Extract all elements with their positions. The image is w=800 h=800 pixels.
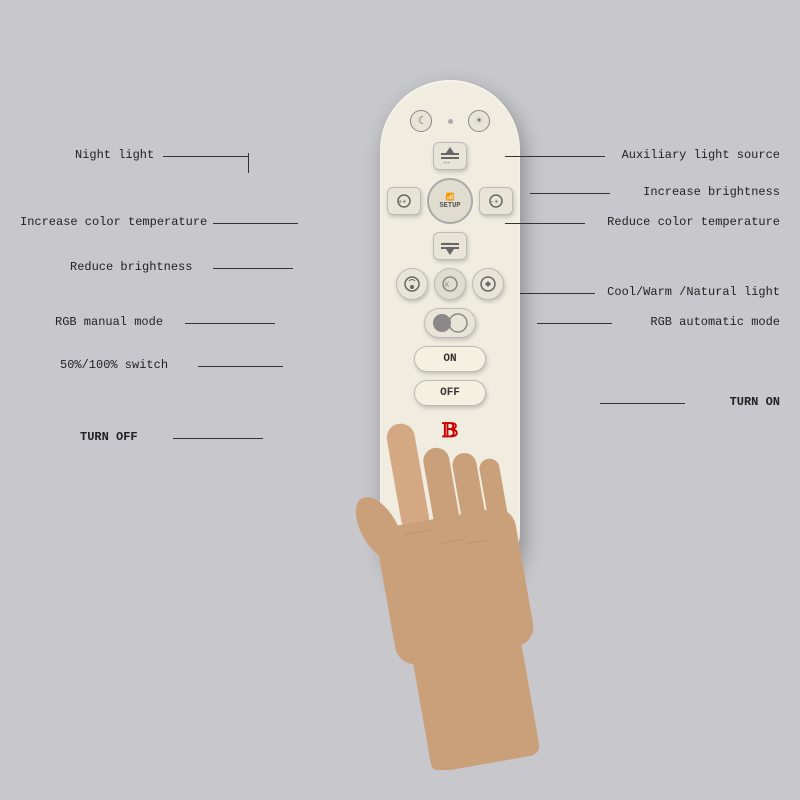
ir-sensor [448,119,453,124]
switch-row [424,308,476,338]
hand [304,390,564,770]
night-light-button[interactable]: ☾ [410,110,432,132]
turn-on-button[interactable]: ON [414,346,486,372]
rgb-row: K [396,268,504,300]
auxiliary-light-text: Auxiliary light source [622,148,780,162]
on-label: ON [443,353,456,365]
reduce-color-temp-text: Reduce color temperature [607,215,780,229]
reduce-color-temp-button[interactable]: -☀ [479,187,513,215]
brightness-increase-row: +++ [433,142,467,170]
turn-on-text: TURN ON [730,395,780,409]
cool-warm-text: Cool/Warm /Natural light [607,285,780,299]
brightness-reduce-row: --- [433,232,467,260]
svg-text:+++: +++ [443,162,451,165]
increase-brightness-text: Increase brightness [643,185,780,199]
svg-text:+☀: +☀ [398,199,407,207]
reduce-brightness-text: Reduce brightness [70,260,192,274]
rgb-manual-text: RGB manual mode [55,315,163,329]
rgb-manual-button[interactable] [396,268,428,300]
color-temp-row: +☀ 📶 SETUP -☀ [387,178,513,224]
reduce-brightness-button[interactable]: --- [433,232,467,260]
switch-50-100-text: 50%/100% switch [60,358,168,372]
on-row: ON [414,346,486,372]
rgb-auto-text: RGB automatic mode [650,315,780,329]
svg-text:---: --- [443,241,450,245]
switch-50-100-button[interactable] [424,308,476,338]
increase-color-temp-text: Increase color temperature [20,215,207,229]
svg-text:K: K [445,282,450,290]
ir-area: ☾ ☀ [410,110,490,132]
increase-brightness-button[interactable]: +++ [433,142,467,170]
cool-warm-button[interactable]: K [434,268,466,300]
svg-text:-☀: -☀ [490,199,499,207]
aux-light-button[interactable]: ☀ [468,110,490,132]
turn-off-text: TURN OFF [80,430,138,444]
setup-button[interactable]: 📶 SETUP [427,178,473,224]
increase-color-temp-button[interactable]: +☀ [387,187,421,215]
setup-label: SETUP [439,202,460,210]
night-light-text: Night light [75,148,154,162]
hand-svg [304,390,564,770]
rgb-auto-button[interactable] [472,268,504,300]
